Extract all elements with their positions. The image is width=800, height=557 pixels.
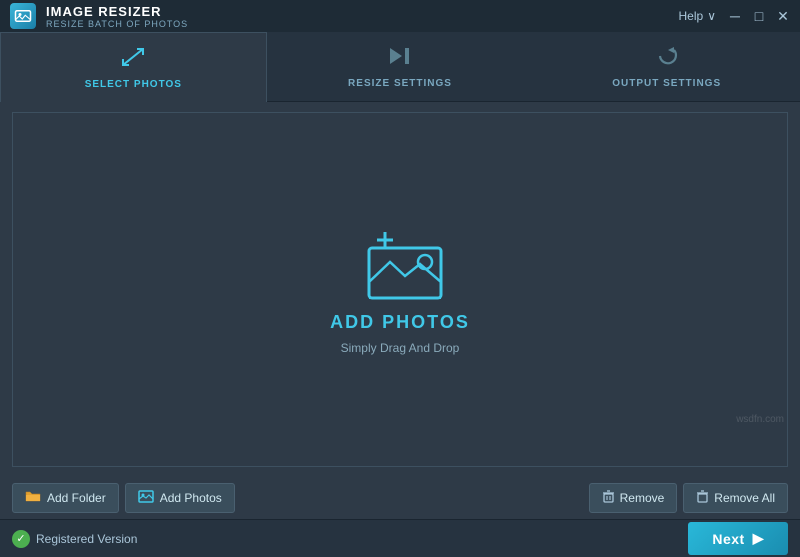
- tab-output-settings[interactable]: OUTPUT SETTINGS: [533, 32, 800, 101]
- add-photos-icon: [355, 224, 445, 304]
- remove-all-button[interactable]: Remove All: [683, 483, 788, 513]
- app-title: IMAGE RESIZER RESIZE BATCH OF PHOTOS: [46, 4, 188, 29]
- next-button[interactable]: Next ▶: [688, 522, 788, 555]
- app-name-text: IMAGE RESIZER: [46, 4, 188, 19]
- drag-drop-label: Simply Drag And Drop: [341, 341, 460, 355]
- add-photos-btn-label: Add Photos: [160, 491, 222, 505]
- tab-select-photos[interactable]: SELECT PHOTOS: [0, 32, 267, 102]
- add-folder-button[interactable]: Add Folder: [12, 483, 119, 513]
- remove-all-icon: [696, 490, 709, 506]
- minimize-button[interactable]: ─: [728, 9, 742, 23]
- registered-label: Registered Version: [36, 532, 137, 546]
- bottom-toolbar: Add Folder Add Photos: [0, 477, 800, 519]
- output-settings-icon: [654, 45, 680, 73]
- select-photos-icon: [120, 46, 146, 74]
- add-photos-area[interactable]: ADD PHOTOS Simply Drag And Drop: [330, 224, 470, 355]
- tab-bar: SELECT PHOTOS RESIZE SETTINGS OUTPUT SET…: [0, 32, 800, 102]
- maximize-button[interactable]: □: [752, 9, 766, 23]
- next-label: Next: [712, 531, 744, 547]
- tab-output-settings-label: OUTPUT SETTINGS: [612, 78, 721, 89]
- resize-settings-icon: [387, 45, 413, 73]
- add-photos-label: ADD PHOTOS: [330, 312, 470, 333]
- folder-icon: [25, 490, 41, 506]
- add-photos-button[interactable]: Add Photos: [125, 483, 235, 513]
- tab-resize-settings-label: RESIZE SETTINGS: [348, 78, 452, 89]
- chevron-icon: ∨: [707, 9, 716, 23]
- remove-label: Remove: [620, 491, 665, 505]
- titlebar: IMAGE RESIZER RESIZE BATCH OF PHOTOS Hel…: [0, 0, 800, 32]
- tab-resize-settings[interactable]: RESIZE SETTINGS: [267, 32, 534, 101]
- add-folder-label: Add Folder: [47, 491, 106, 505]
- add-photo-icon: [138, 490, 154, 506]
- next-arrow-icon: ▶: [753, 530, 764, 547]
- status-bar: ✓ Registered Version Next ▶: [0, 519, 800, 557]
- app-subtitle-text: RESIZE BATCH OF PHOTOS: [46, 19, 188, 29]
- window-controls: ─ □ ✕: [728, 9, 790, 23]
- app-icon: [10, 3, 36, 29]
- remove-button[interactable]: Remove: [589, 483, 678, 513]
- help-label: Help: [679, 9, 704, 23]
- close-button[interactable]: ✕: [776, 9, 790, 23]
- remove-icon: [602, 490, 615, 506]
- titlebar-right: Help ∨ ─ □ ✕: [679, 9, 790, 23]
- main-content-area[interactable]: ADD PHOTOS Simply Drag And Drop: [12, 112, 788, 467]
- help-button[interactable]: Help ∨: [679, 9, 716, 23]
- tab-select-photos-label: SELECT PHOTOS: [85, 79, 182, 90]
- titlebar-left: IMAGE RESIZER RESIZE BATCH OF PHOTOS: [10, 3, 188, 29]
- left-toolbar-buttons: Add Folder Add Photos: [12, 483, 235, 513]
- remove-all-label: Remove All: [714, 491, 775, 505]
- right-toolbar-buttons: Remove Remove All: [589, 483, 788, 513]
